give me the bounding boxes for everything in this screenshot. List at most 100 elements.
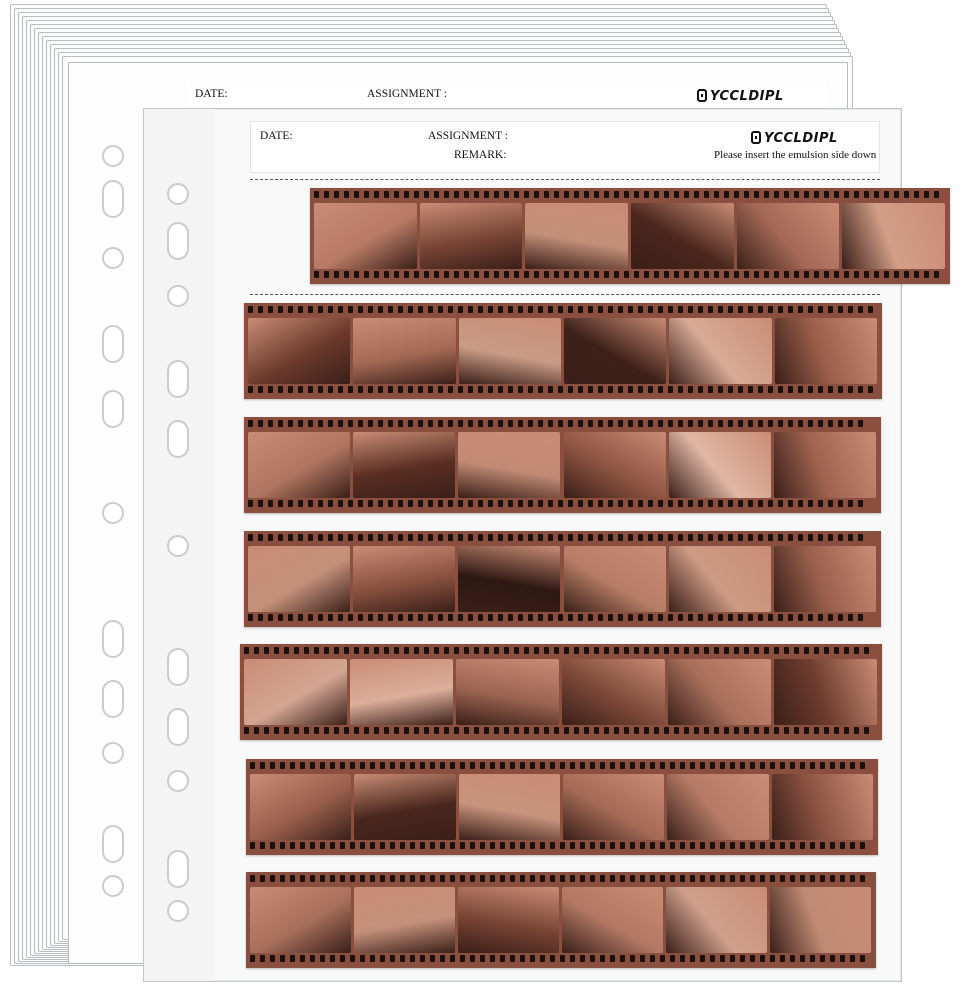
perforation (594, 727, 599, 734)
perforation (388, 500, 393, 507)
perforation (518, 500, 523, 507)
negative-frame (631, 203, 734, 269)
perforation (904, 271, 909, 278)
perforation (860, 955, 865, 962)
perforation (538, 534, 543, 541)
perforation (838, 534, 843, 541)
perforation (790, 762, 795, 769)
perforation (674, 727, 679, 734)
perforation (684, 727, 689, 734)
perforation (334, 191, 339, 198)
perforation (268, 614, 273, 621)
perforation (604, 647, 609, 654)
perforation (574, 647, 579, 654)
perforation (288, 306, 293, 313)
perforation (858, 500, 863, 507)
perforation (350, 762, 355, 769)
perforation (388, 420, 393, 427)
perforation (770, 875, 775, 882)
perforation (658, 306, 663, 313)
perforation (314, 647, 319, 654)
perforation (744, 191, 749, 198)
perforation (828, 420, 833, 427)
perforation (418, 306, 423, 313)
perforation (410, 842, 415, 849)
perforation (380, 762, 385, 769)
perforation (780, 955, 785, 962)
perforation (838, 306, 843, 313)
perforation (630, 762, 635, 769)
perforation (670, 955, 675, 962)
perforation (834, 191, 839, 198)
perforation (408, 534, 413, 541)
perforation (804, 191, 809, 198)
back-date-label: DATE: (195, 88, 228, 100)
perforation (884, 191, 889, 198)
perforation (430, 955, 435, 962)
perforation-row (246, 875, 876, 885)
perforation (248, 386, 253, 393)
perforation (614, 271, 619, 278)
perforation (630, 842, 635, 849)
perforation (838, 500, 843, 507)
perforation (504, 727, 509, 734)
perforation (354, 727, 359, 734)
perforation (348, 386, 353, 393)
perforation (860, 762, 865, 769)
negative-frame (562, 659, 665, 725)
binder-hole (102, 680, 124, 718)
perforation (488, 534, 493, 541)
perforation (814, 647, 819, 654)
perforation (864, 647, 869, 654)
binder-hole (102, 620, 124, 658)
perforation (340, 842, 345, 849)
perforation (828, 386, 833, 393)
perforation (458, 500, 463, 507)
perforation (794, 647, 799, 654)
perforation (464, 727, 469, 734)
perforation (310, 762, 315, 769)
perforation (314, 191, 319, 198)
perforation (364, 727, 369, 734)
perforation-row (240, 727, 882, 737)
perforation (570, 762, 575, 769)
perforation (648, 306, 653, 313)
perforation (408, 500, 413, 507)
perforation (484, 271, 489, 278)
perforation (598, 386, 603, 393)
perforation (488, 306, 493, 313)
perforation (388, 614, 393, 621)
perforation (270, 842, 275, 849)
perforation (290, 875, 295, 882)
perforation (330, 842, 335, 849)
perforation (710, 955, 715, 962)
binder-hole (167, 900, 189, 922)
perforation (460, 762, 465, 769)
perforation (768, 614, 773, 621)
perforation (498, 420, 503, 427)
pocket-divider (250, 179, 880, 180)
perforation (608, 386, 613, 393)
perforation (478, 386, 483, 393)
perforation (780, 842, 785, 849)
perforation (340, 875, 345, 882)
perforation (854, 647, 859, 654)
perforation (548, 386, 553, 393)
perforation (470, 955, 475, 962)
perforation (268, 500, 273, 507)
perforation (510, 955, 515, 962)
binder-hole (167, 222, 189, 260)
perforation (808, 306, 813, 313)
perforation (538, 420, 543, 427)
perforation (760, 762, 765, 769)
perforation (708, 614, 713, 621)
perforation (514, 271, 519, 278)
perforation (424, 191, 429, 198)
perforation (808, 614, 813, 621)
negative-frame (244, 659, 347, 725)
perforation (658, 614, 663, 621)
perforation (310, 955, 315, 962)
perforation (794, 191, 799, 198)
front-date-label: DATE: (260, 130, 293, 142)
perforation (608, 306, 613, 313)
